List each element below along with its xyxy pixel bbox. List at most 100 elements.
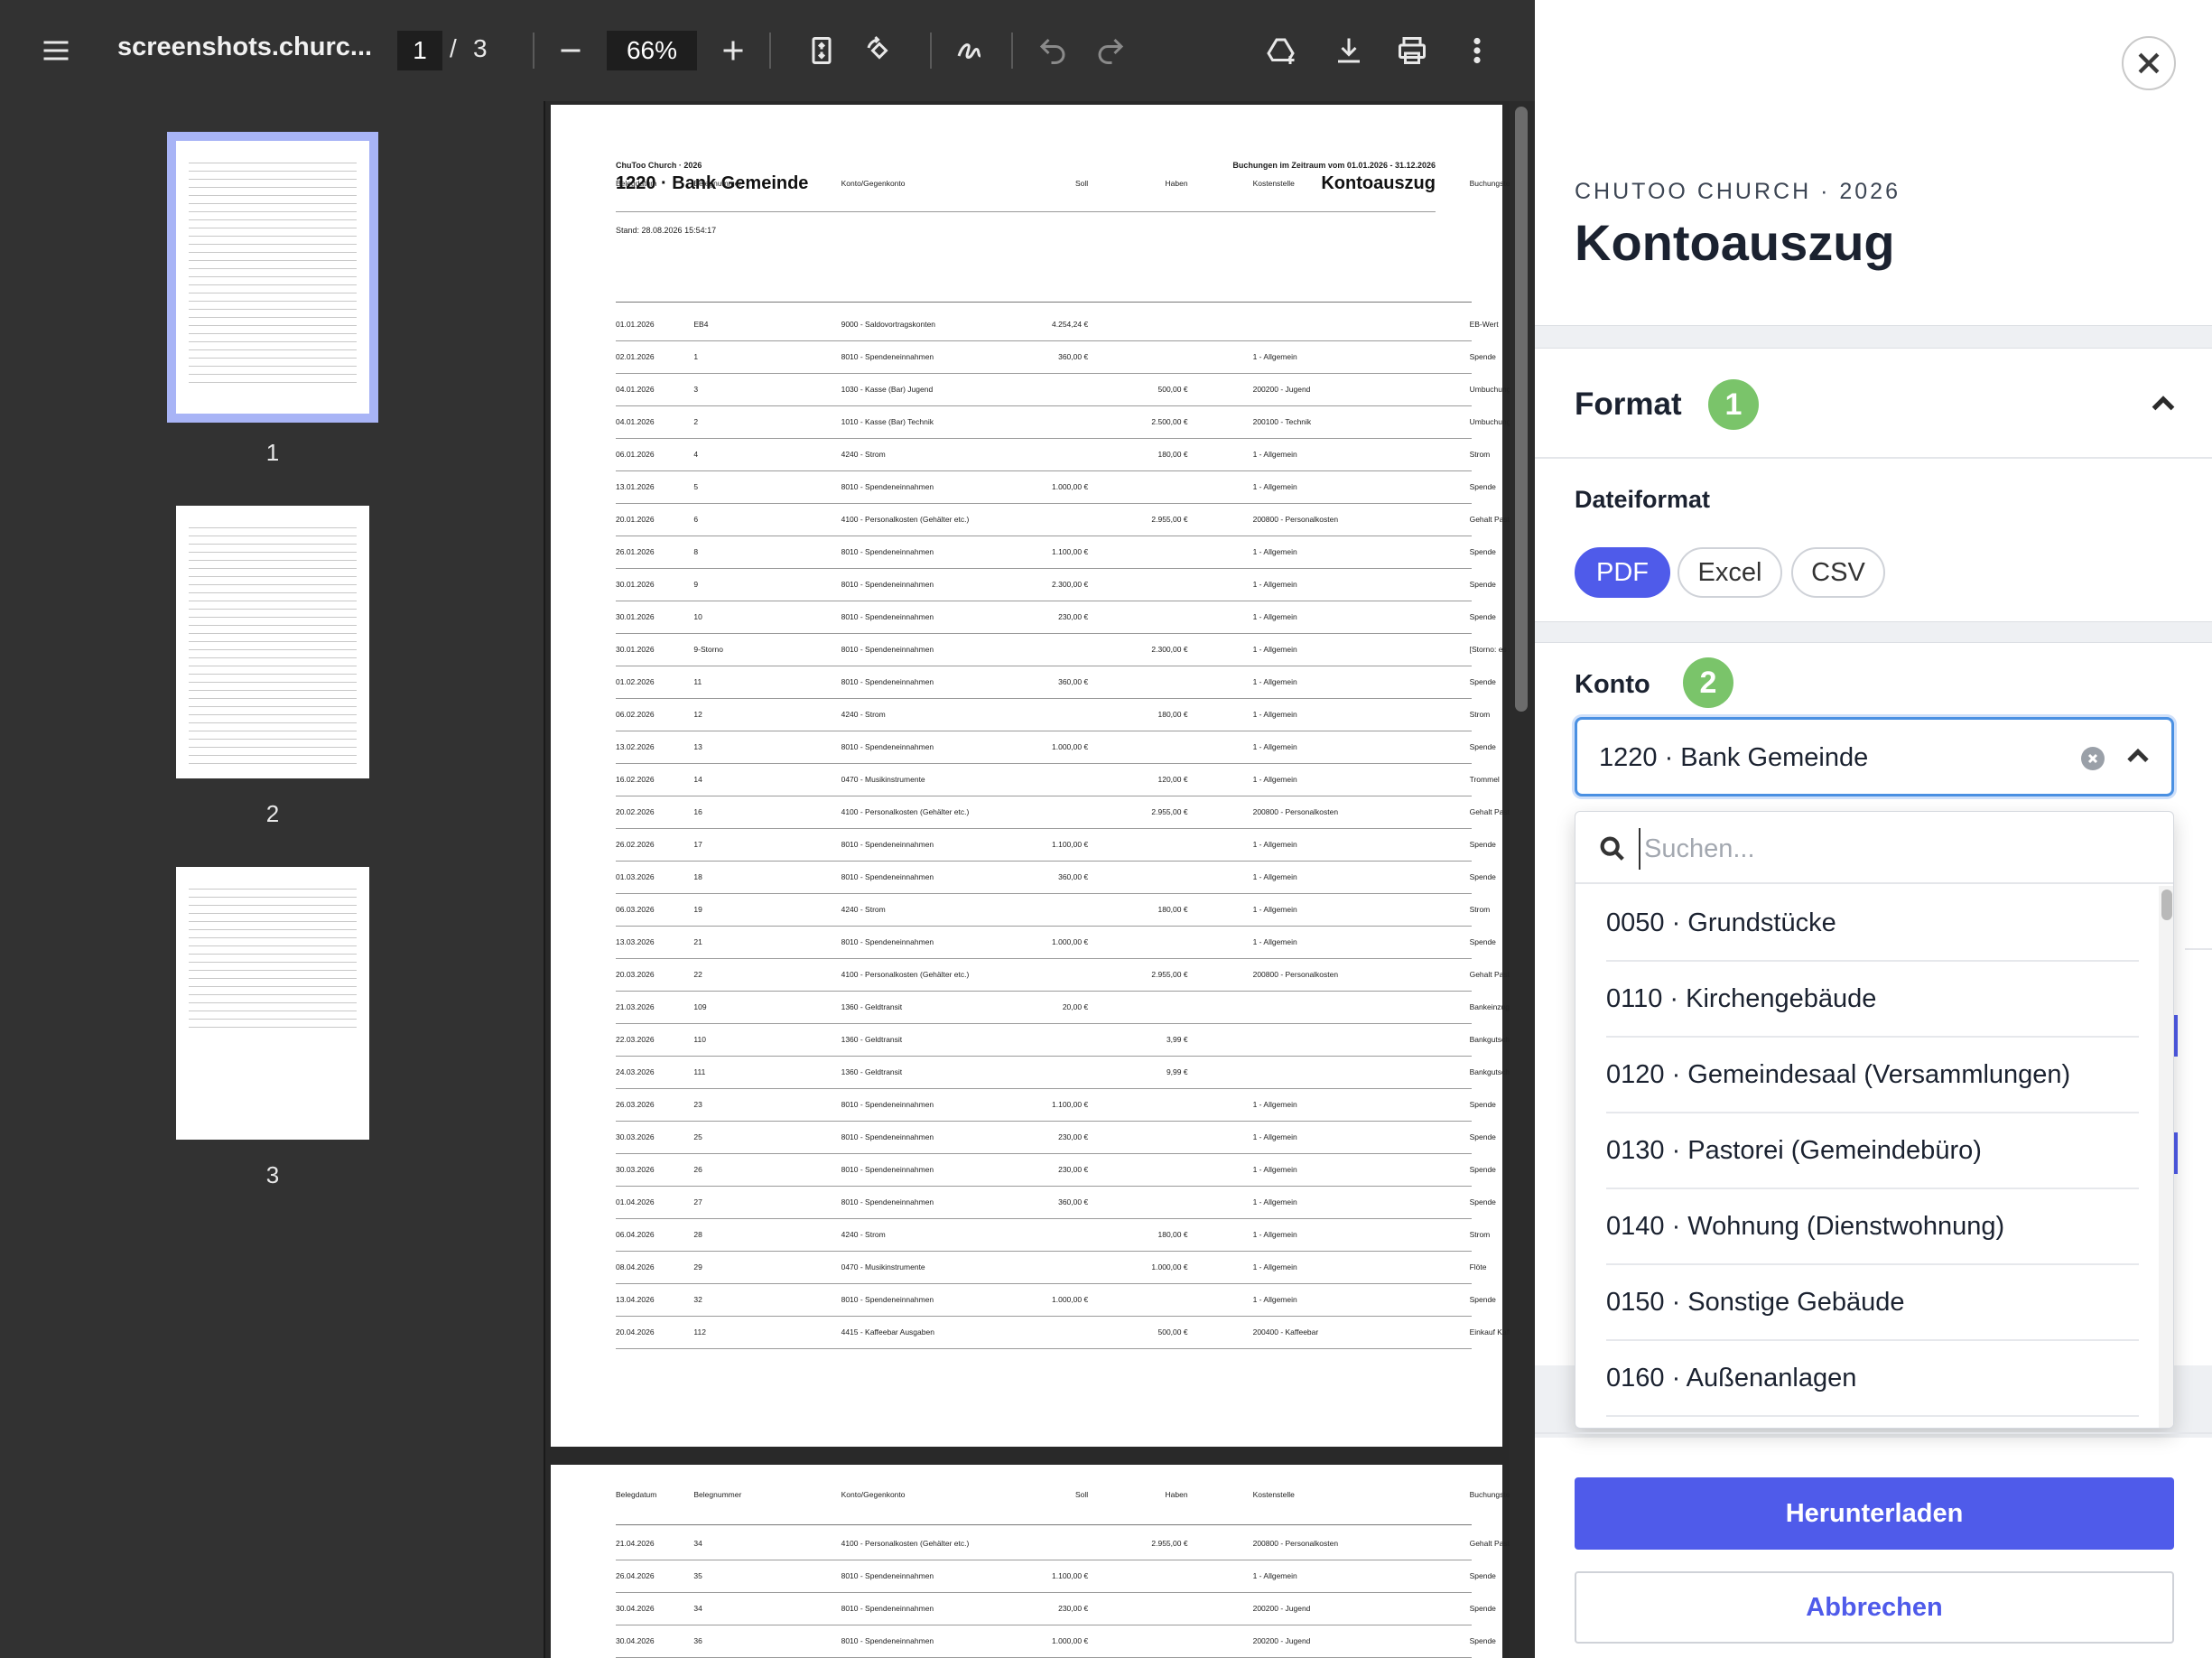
table-cell-date: 20.04.2026 <box>616 1327 655 1337</box>
pdf-col-header-cost-center: Kostenstelle <box>1252 179 1295 188</box>
table-cell-cost-center: 200200 - Jugend <box>1252 1604 1311 1613</box>
konto-selected-value: 1220 · Bank Gemeinde <box>1599 743 1869 772</box>
page-thumbnail-3[interactable] <box>176 867 369 1140</box>
thumbnail-line <box>189 682 357 683</box>
table-cell-number: 23 <box>693 1100 702 1109</box>
table-cell-debit: 230,00 € <box>1058 612 1089 621</box>
download-icon[interactable] <box>1329 25 1369 76</box>
search-input[interactable] <box>1639 828 2144 870</box>
thumbnail-line <box>189 986 357 987</box>
thumbnail-line <box>189 544 357 545</box>
format-option-excel[interactable]: Excel <box>1678 547 1782 598</box>
table-cell-date: 30.01.2026 <box>616 612 655 621</box>
table-cell-number: 35 <box>693 1571 702 1580</box>
thumbnail-line <box>189 244 357 245</box>
more-options-icon[interactable] <box>1459 25 1495 76</box>
table-cell-number: 3 <box>693 385 699 394</box>
format-option-pdf[interactable]: PDF <box>1575 547 1670 598</box>
thumbnail-line <box>189 905 357 906</box>
print-icon[interactable] <box>1392 25 1432 76</box>
thumbnail-label-1: 1 <box>265 439 280 466</box>
zoom-in-icon[interactable] <box>715 25 751 76</box>
konto-option[interactable]: 0110 · Kirchengebäude <box>1606 962 2139 1038</box>
clear-icon[interactable] <box>2081 747 2105 770</box>
cancel-button[interactable]: Abbrechen <box>1575 1571 2174 1644</box>
section-divider <box>2185 948 2212 950</box>
konto-option[interactable]: 0130 · Pastorei (Gemeindebüro) <box>1606 1113 2139 1189</box>
pdf-doc-type: Kontoauszug <box>1321 173 1436 193</box>
table-cell-debit: 230,00 € <box>1058 1132 1089 1141</box>
konto-option[interactable]: 0160 · Außenanlagen <box>1606 1341 2139 1417</box>
chevron-up-icon[interactable] <box>2147 388 2179 421</box>
thumbnail-line <box>189 889 357 890</box>
viewer-scrollbar-thumb[interactable] <box>1515 107 1528 712</box>
table-cell-account: 8010 - Spendeneinnahmen <box>841 1165 934 1174</box>
konto-option[interactable]: 0140 · Wohnung (Dienstwohnung) <box>1606 1189 2139 1265</box>
close-button[interactable] <box>2122 36 2176 90</box>
table-cell-account: 1360 - Geldtransit <box>841 1002 903 1011</box>
menu-icon[interactable] <box>36 25 76 76</box>
table-cell-account: 4100 - Personalkosten (Gehälter etc.) <box>841 1539 970 1548</box>
download-button[interactable]: Herunterladen <box>1575 1477 2174 1550</box>
zoom-out-icon[interactable] <box>553 25 589 76</box>
table-cell-debit: 360,00 € <box>1058 677 1089 686</box>
table-cell-debit: 1.100,00 € <box>1052 547 1089 556</box>
table-cell-cost-center: 1 - Allgemein <box>1252 840 1297 849</box>
konto-option[interactable]: 0050 · Grundstücke <box>1606 886 2139 962</box>
section-divider <box>1535 457 2212 459</box>
redo-icon[interactable] <box>1092 25 1129 76</box>
pdf-page-1: ChuToo Church · 2026 1220 · Bank Gemeind… <box>551 105 1535 1447</box>
table-cell-text: Umbuchung <box>1469 417 1511 426</box>
table-cell-account: 8010 - Spendeneinnahmen <box>841 1295 934 1304</box>
table-cell-text: Spende <box>1469 1197 1496 1206</box>
table-cell-number: 14 <box>693 775 702 784</box>
page-thumbnail-2[interactable] <box>176 506 369 778</box>
table-cell-cost-center: 200200 - Jugend <box>1252 385 1311 394</box>
dropdown-scrollbar[interactable] <box>2159 886 2173 1428</box>
konto-option[interactable]: 0150 · Sonstige Gebäude <box>1606 1265 2139 1341</box>
table-cell-number: 9-Storno <box>693 645 723 654</box>
konto-option[interactable]: 0120 · Gemeindesaal (Versammlungen) <box>1606 1038 2139 1113</box>
table-cell-date: 30.03.2026 <box>616 1165 655 1174</box>
table-cell-credit: 500,00 € <box>1157 1327 1188 1337</box>
page-number-input[interactable]: 1 <box>397 31 442 70</box>
format-option-csv[interactable]: CSV <box>1791 547 1885 598</box>
table-cell-cost-center: 1 - Allgemein <box>1252 1197 1297 1206</box>
rotate-icon[interactable] <box>861 25 897 76</box>
table-cell-number: 19 <box>693 905 702 914</box>
thumbnail-line <box>189 325 357 326</box>
table-cell-date: 01.04.2026 <box>616 1197 655 1206</box>
undo-icon[interactable] <box>1035 25 1071 76</box>
chevron-up-icon[interactable] <box>2123 741 2153 772</box>
table-cell-date: 20.02.2026 <box>616 807 655 816</box>
table-row: 01.02.2026 11 8010 - Spendeneinnahmen 360,0… <box>616 666 1496 699</box>
table-cell-cost-center: 1 - Allgemein <box>1252 1230 1297 1239</box>
table-row: 26.04.2026 35 8010 - Spendeneinnahmen 1.100… <box>616 1560 1496 1593</box>
thumbnail-line <box>189 755 357 756</box>
table-row: 04.01.2026 3 1030 - Kasse (Bar) Jugend 500,… <box>616 374 1510 406</box>
table-cell-text: Spende <box>1469 547 1496 556</box>
table-cell-account: 0470 - Musikinstrumente <box>841 1262 925 1271</box>
table-cell-account: 4415 - Kaffeebar Ausgaben <box>841 1327 934 1337</box>
thumbnail-line <box>189 633 357 634</box>
thumbnail-line <box>189 962 357 963</box>
table-cell-account: 8010 - Spendeneinnahmen <box>841 1604 934 1613</box>
table-cell-number: 6 <box>693 515 699 524</box>
konto-select[interactable]: 1220 · Bank Gemeinde <box>1575 717 2174 796</box>
zoom-input[interactable]: 66% <box>607 31 697 70</box>
thumbnail-line <box>189 617 357 618</box>
fit-page-icon[interactable] <box>804 25 840 76</box>
table-cell-text: Spende <box>1469 352 1496 361</box>
page-thumbnail-1[interactable] <box>167 132 378 423</box>
dropdown-scrollbar-thumb[interactable] <box>2161 890 2172 920</box>
step-badge-2: 2 <box>1683 657 1733 708</box>
table-row: 26.01.2026 8 8010 - Spendeneinnahmen 1.100,… <box>616 536 1496 569</box>
add-to-drive-icon[interactable] <box>1262 25 1302 76</box>
table-cell-number: 27 <box>693 1197 702 1206</box>
pdf-col-header-number: Belegnummer <box>693 179 742 188</box>
thumbnail-line <box>189 649 357 650</box>
format-section-title[interactable]: Format <box>1575 387 1682 423</box>
draw-icon[interactable] <box>952 25 988 76</box>
table-row: 30.01.2026 9 8010 - Spendeneinnahmen 2.300,… <box>616 569 1496 601</box>
table-cell-debit: 1.000,00 € <box>1052 937 1089 946</box>
